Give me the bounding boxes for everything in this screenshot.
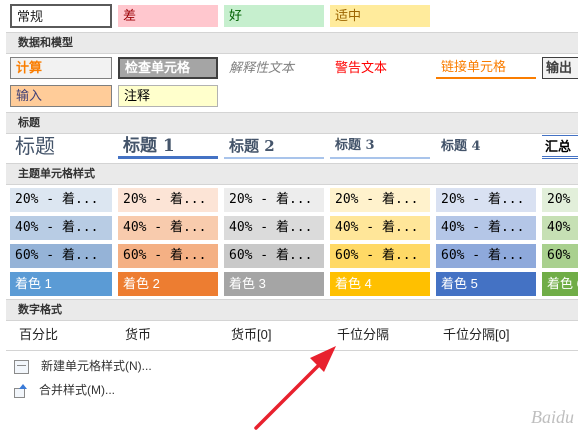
watermark: Baidu: [531, 407, 574, 427]
cell-styles-gallery: 常规 差 好 适中 数据和模型 计算 检查单元格 解释性文本 警告文本 链接单元…: [6, 0, 578, 432]
annotation-arrow: [254, 346, 336, 430]
